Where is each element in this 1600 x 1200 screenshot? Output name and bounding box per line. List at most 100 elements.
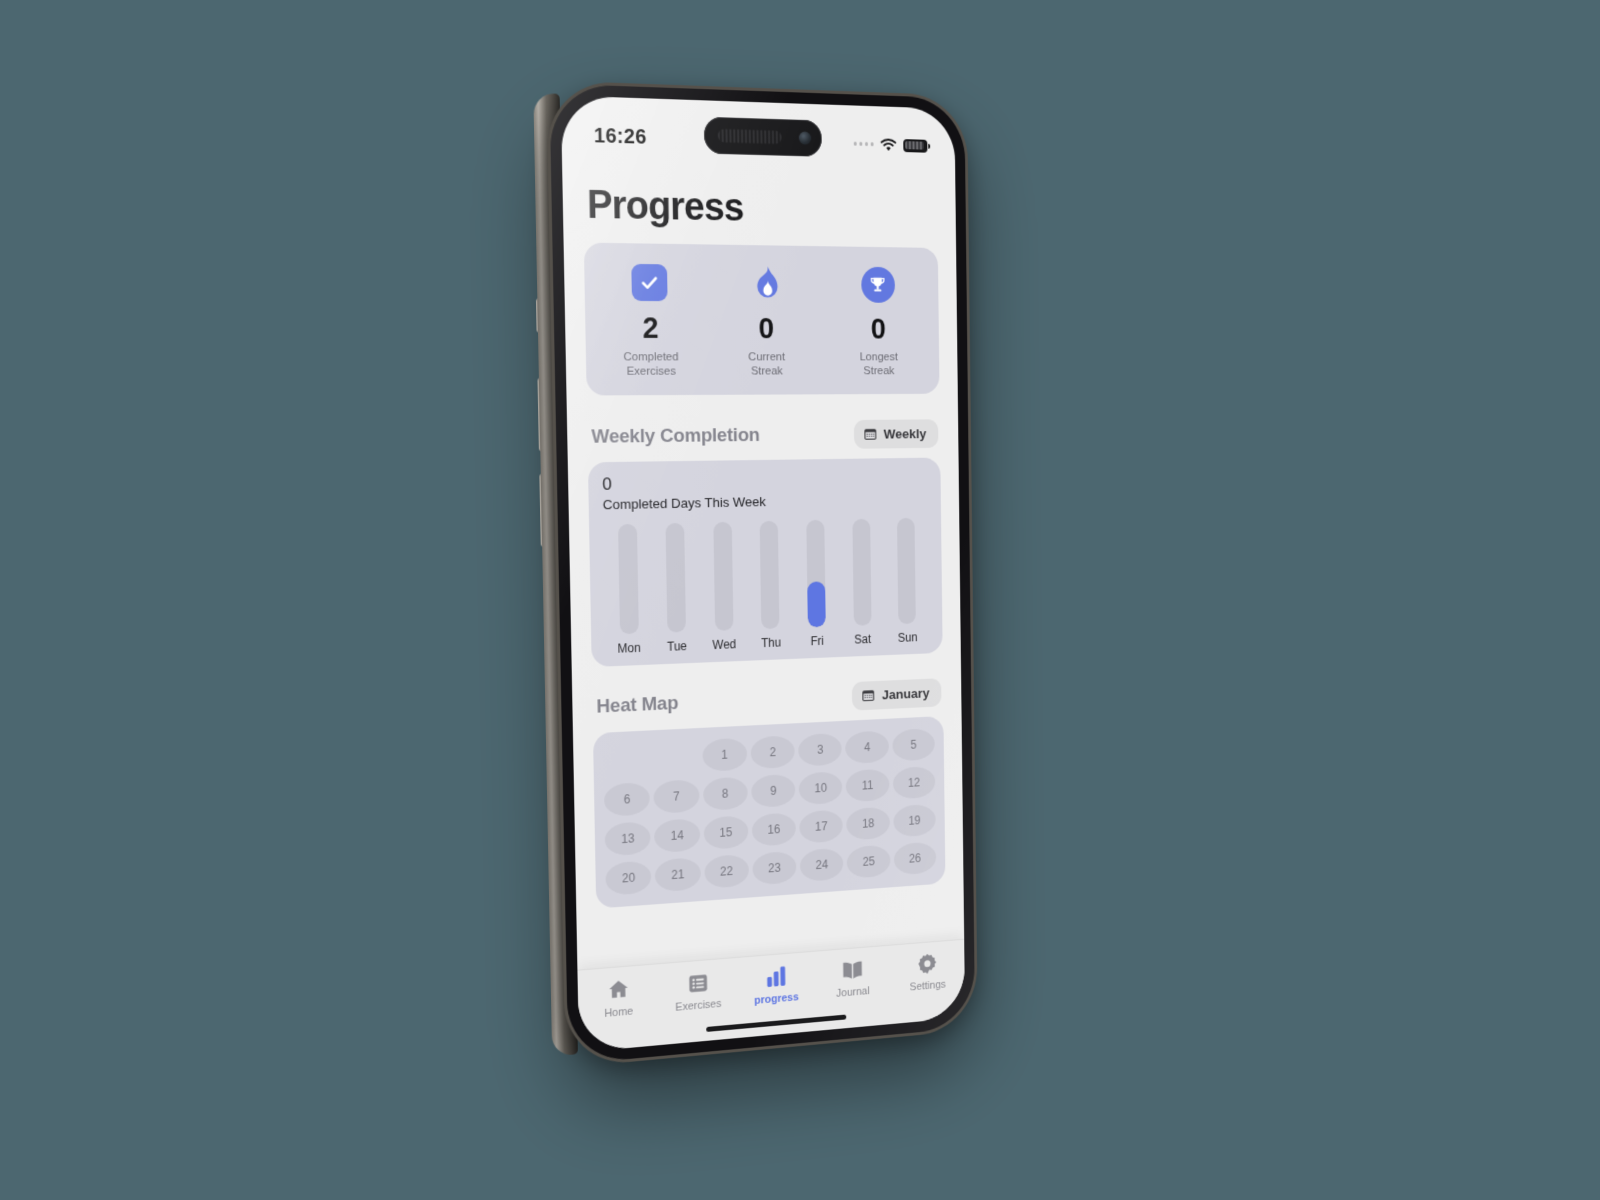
stat-completed-exercises: 2 Completed Exercises <box>590 261 710 379</box>
tab-home[interactable]: Home <box>578 973 659 1022</box>
heatmap-day-cell[interactable]: 24 <box>799 847 844 882</box>
heatmap-day-cell[interactable]: 5 <box>892 727 935 762</box>
phone-screen: 16:26 Progress 2 Completed Exercises 0 C… <box>560 95 966 1053</box>
stat-value: 0 <box>758 312 775 346</box>
stat-label-line1: Longest <box>859 351 898 364</box>
stat-label-line1: Completed <box>623 351 679 364</box>
heatmap-day-cell[interactable]: 4 <box>845 730 889 764</box>
bar-fill <box>619 633 639 635</box>
bar-column-mon[interactable]: Mon <box>607 523 649 656</box>
heatmap-day-cell[interactable]: 26 <box>893 841 937 876</box>
bar-chart-icon <box>765 963 788 990</box>
bar-track <box>617 523 639 635</box>
stats-summary-card: 2 Completed Exercises 0 Current Streak 0… <box>583 242 940 396</box>
trophy-icon <box>860 266 895 303</box>
cellular-dots-icon <box>853 141 874 146</box>
heatmap-day-cell[interactable]: 15 <box>703 814 749 850</box>
weekly-filter-label: Weekly <box>883 426 927 442</box>
stat-label: Longest Streak <box>860 351 898 379</box>
weekly-bar-chart: Mon Tue Wed Thu Fri Sat Sun <box>603 517 930 656</box>
heatmap-day-cell[interactable]: 12 <box>892 765 936 800</box>
tab-journal[interactable]: Journal <box>814 954 890 1001</box>
heatmap-day-cell[interactable]: 8 <box>702 776 748 811</box>
stat-label-line1: Current <box>748 351 786 364</box>
bar-label: Fri <box>810 633 824 649</box>
weekly-filter-button[interactable]: Weekly <box>853 419 939 450</box>
scroll-content[interactable]: Progress 2 Completed Exercises 0 Current… <box>562 160 964 970</box>
bar-column-tue[interactable]: Tue <box>655 522 696 654</box>
stat-label-line2: Exercises <box>626 365 677 379</box>
heatmap-day-cell[interactable]: 25 <box>847 844 891 879</box>
heatmap-day-cell[interactable]: 7 <box>653 778 700 814</box>
bottom-tab-bar: Home Exercises progress Journal Settings <box>577 938 966 1053</box>
heatmap-day-cell[interactable]: 22 <box>703 853 749 889</box>
heatmap-grid: 1 2 3 4 5 6 7 8 9 10 11 12 13 14 15 16 17 18 19 20 21 22 23 24 2… <box>603 727 937 896</box>
status-bar: 16:26 <box>561 95 955 170</box>
bar-label: Wed <box>712 636 737 652</box>
heatmap-day-cell[interactable]: 14 <box>654 817 700 853</box>
book-icon <box>841 957 865 984</box>
tab-label: progress <box>754 991 799 1007</box>
calendar-icon <box>862 689 875 702</box>
bar-fill <box>714 630 734 631</box>
bar-track <box>665 522 687 633</box>
tab-progress[interactable]: progress <box>737 961 815 1009</box>
phone-mockup: 16:26 Progress 2 Completed Exercises 0 C… <box>533 83 976 1065</box>
heatmap-section-title: Heat Map <box>596 693 679 719</box>
heatmap-day-cell[interactable]: 20 <box>605 860 652 896</box>
heatmap-day-cell[interactable]: 2 <box>750 734 795 770</box>
gear-icon <box>916 950 938 977</box>
bar-fill <box>667 631 687 633</box>
weekly-section-title: Weekly Completion <box>591 424 760 448</box>
heatmap-card: 1 2 3 4 5 6 7 8 9 10 11 12 13 14 15 16 17 18 19 20 21 22 23 24 2… <box>592 715 946 909</box>
list-icon <box>687 969 710 997</box>
heatmap-day-cell[interactable]: 23 <box>752 850 797 886</box>
bar-column-sat[interactable]: Sat <box>842 518 881 646</box>
flame-icon <box>757 266 778 298</box>
earpiece-speaker-icon <box>717 128 782 145</box>
bar-fill <box>898 623 917 625</box>
heatmap-day-cell[interactable]: 13 <box>604 820 651 857</box>
heatmap-day-cell[interactable]: 21 <box>654 856 701 893</box>
heatmap-day-cell[interactable]: 3 <box>798 732 843 767</box>
home-icon <box>606 976 630 1004</box>
heatmap-day-cell[interactable]: 6 <box>603 781 651 817</box>
stat-label: Completed Exercises <box>623 351 679 380</box>
calendar-icon <box>864 429 877 441</box>
heatmap-day-cell[interactable]: 17 <box>799 809 844 844</box>
bar-fill <box>853 624 872 626</box>
bar-column-sun[interactable]: Sun <box>888 517 926 645</box>
bar-fill <box>761 628 780 629</box>
weekly-count-caption: Completed Days This Week <box>602 493 766 513</box>
heatmap-day-cell[interactable]: 19 <box>893 803 936 838</box>
bar-track <box>760 520 780 629</box>
phone-body: 16:26 Progress 2 Completed Exercises 0 C… <box>549 83 976 1065</box>
bar-label: Tue <box>667 638 688 654</box>
heatmap-section-header: Heat Map January <box>596 677 942 723</box>
bar-column-wed[interactable]: Wed <box>703 521 744 652</box>
heatmap-blank-cell <box>603 742 649 777</box>
bar-column-fri[interactable]: Fri <box>796 519 836 648</box>
tab-settings[interactable]: Settings <box>890 948 965 995</box>
bar-column-thu[interactable]: Thu <box>750 520 790 650</box>
stat-icon-wrap <box>860 265 895 305</box>
heatmap-day-cell[interactable]: 1 <box>701 737 748 772</box>
status-indicators <box>853 137 928 153</box>
scene-backdrop: 16:26 Progress 2 Completed Exercises 0 C… <box>0 0 1600 1200</box>
stat-label: Current Streak <box>748 351 785 379</box>
bar-track <box>713 521 734 631</box>
heatmap-day-cell[interactable]: 18 <box>846 806 890 841</box>
bar-track <box>897 517 917 625</box>
heatmap-day-cell[interactable]: 16 <box>751 812 797 847</box>
heatmap-day-cell[interactable]: 9 <box>751 773 796 808</box>
heatmap-month-button[interactable]: January <box>852 677 942 711</box>
bar-track <box>806 519 826 628</box>
status-clock: 16:26 <box>593 124 647 149</box>
page-title: Progress <box>586 183 744 230</box>
heatmap-day-cell[interactable]: 10 <box>798 770 843 805</box>
weekly-section-header: Weekly Completion Weekly <box>591 419 939 453</box>
tab-exercises[interactable]: Exercises <box>658 967 738 1015</box>
tab-label: Settings <box>909 978 946 994</box>
heatmap-day-cell[interactable]: 11 <box>845 768 890 803</box>
battery-icon <box>903 138 928 153</box>
